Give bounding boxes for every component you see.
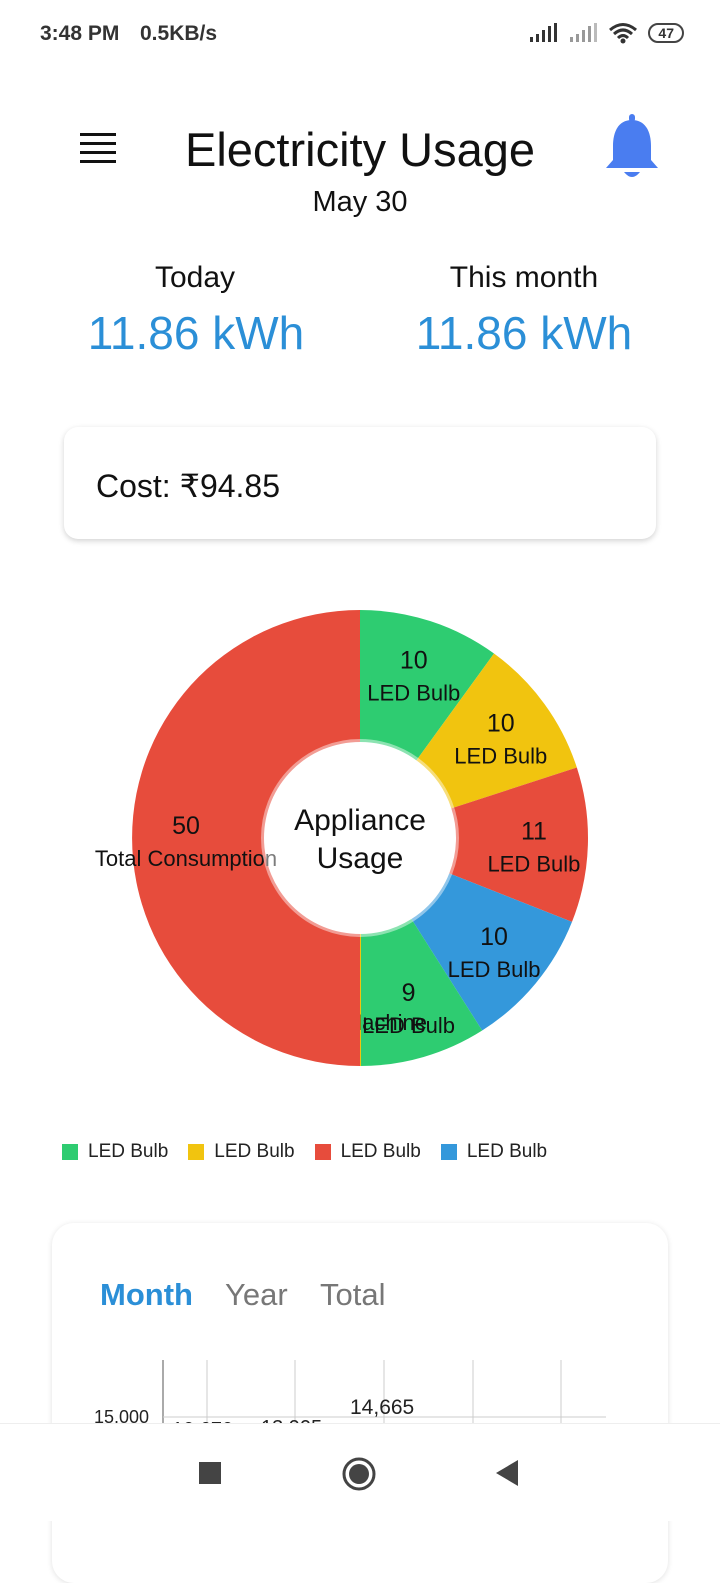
legend-item[interactable]: LED Bulb (440, 1141, 548, 1163)
appliance-usage-donut-chart: 10 LED Bulb 10 LED Bulb 11 LED Bulb 10 LED Bulb… (95, 610, 589, 1066)
back-button[interactable] (494, 1460, 520, 1488)
status-network-speed: 0.5KB/s (140, 22, 218, 45)
bell-icon[interactable] (603, 114, 661, 182)
slice-value-label: 50 (172, 812, 200, 840)
slice-value-label: 10 (487, 710, 515, 738)
wifi-icon (609, 23, 638, 44)
chart-center-label: Appliance (294, 804, 426, 837)
date-label: May 30 (312, 186, 408, 218)
slice-category-label: LED Bulb (367, 681, 460, 706)
today-value: 11.86 kWh (87, 307, 305, 359)
slice-value-label: 11 (521, 817, 547, 845)
tab-month[interactable]: Month (100, 1277, 193, 1313)
this-month-value: 11.86 kWh (415, 307, 633, 359)
home-button[interactable] (341, 1456, 377, 1492)
bar-value-label: 14,665 (350, 1396, 414, 1419)
chart-center-label: Usage (317, 842, 404, 875)
legend-item[interactable]: LED Bulb (62, 1141, 168, 1163)
donut-center (276, 754, 444, 922)
legend-item[interactable]: LED Bulb (314, 1141, 421, 1163)
legend-swatch (314, 1144, 331, 1160)
slice-value-label: 10 (480, 923, 508, 951)
slice-category-label: LED Bulb (487, 851, 580, 876)
today-label: Today (154, 261, 236, 294)
usage-bar-chart: 15,000 10,670 13,905 14,665 (94, 1360, 606, 1430)
status-time: 3:48 PM (40, 22, 120, 45)
this-month-label: This month (449, 261, 599, 294)
chart-legend: LED Bulb LED Bulb LED Bulb LED Bulb (62, 1141, 567, 1163)
slice-value-label: 10 (400, 647, 428, 675)
status-icons: 47 (528, 22, 684, 44)
slice-category-label: LED Bulb (448, 957, 541, 982)
legend-label: LED Bulb (88, 1141, 169, 1162)
legend-swatch (188, 1144, 205, 1160)
signal-icon (530, 23, 558, 42)
legend-label: LED Bulb (340, 1141, 421, 1162)
system-navigation-bar (0, 1423, 720, 1521)
legend-item[interactable]: LED Bulb (188, 1141, 295, 1163)
slice-category-label: LED Bulb (454, 744, 547, 769)
cost-text: Cost: ₹94.85 (96, 468, 281, 504)
battery-indicator: 47 (648, 23, 684, 43)
slice-value-label: 9 (402, 979, 416, 1007)
legend-swatch (62, 1144, 78, 1160)
signal-secondary-icon (570, 23, 598, 42)
legend-swatch (440, 1144, 457, 1160)
legend-label: LED Bulb (214, 1141, 295, 1162)
slice-category-label: Total Consumption (95, 846, 277, 871)
tab-total[interactable]: Total (320, 1277, 385, 1313)
legend-label: LED Bulb (466, 1141, 548, 1162)
recent-apps-button[interactable] (199, 1462, 223, 1486)
tab-year[interactable]: Year (225, 1277, 288, 1313)
